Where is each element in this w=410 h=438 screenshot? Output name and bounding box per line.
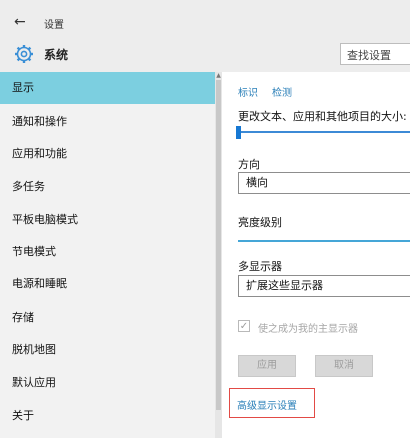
apply-button[interactable]: 应用 [238,355,296,377]
sidebar-item-offline-maps[interactable]: 脱机地图 [0,334,215,366]
sidebar-item-default-apps[interactable]: 默认应用 [0,367,215,399]
scale-label: 更改文本、应用和其他项目的大小: 10 [238,110,410,123]
search-input[interactable]: 查找设置 [340,43,410,65]
sidebar-item-display[interactable]: 显示 [0,72,215,104]
sidebar-item-tablet-mode[interactable]: 平板电脑模式 [0,204,215,236]
scrollbar-thumb[interactable] [216,80,221,410]
orientation-dropdown[interactable]: 横向 [238,172,410,194]
cancel-button[interactable]: 取消 [315,355,373,377]
detect-link[interactable]: 检测 [272,84,292,99]
sidebar-item-storage[interactable]: 存储 [0,302,215,334]
main-content [222,72,410,438]
scale-slider-thumb[interactable] [236,126,241,139]
main-display-checkbox[interactable]: ✓ [238,320,250,332]
brightness-label: 亮度级别 [238,216,282,229]
scale-slider-track[interactable] [238,131,410,133]
sidebar-item-about[interactable]: 关于 [0,400,215,432]
identify-link[interactable]: 标识 [238,84,258,99]
sidebar-item-power-sleep[interactable]: 电源和睡眠 [0,268,215,300]
multi-display-label: 多显示器 [238,260,282,273]
main-display-label: 使之成为我的主显示器 [258,324,358,335]
page-title: 系统 [44,48,69,62]
multi-display-dropdown[interactable]: 扩展这些显示器 [238,275,410,297]
window-title: 设置 [44,20,64,31]
orientation-label: 方向 [238,158,260,171]
sidebar-item-multitasking[interactable]: 多任务 [0,171,215,203]
gear-icon [15,45,33,63]
sidebar-item-battery-saver[interactable]: 节电模式 [0,236,215,268]
scroll-up-icon[interactable]: ▲ [215,72,222,79]
sidebar-item-apps[interactable]: 应用和功能 [0,138,215,170]
back-arrow-icon[interactable]: ← [14,14,26,30]
brightness-slider[interactable] [238,240,410,242]
advanced-display-settings-link[interactable]: 高级显示设置 [237,397,297,412]
sidebar-item-notifications[interactable]: 通知和操作 [0,106,215,138]
sidebar: 显示 通知和操作 应用和功能 多任务 平板电脑模式 节电模式 电源和睡眠 存储 … [0,72,215,438]
